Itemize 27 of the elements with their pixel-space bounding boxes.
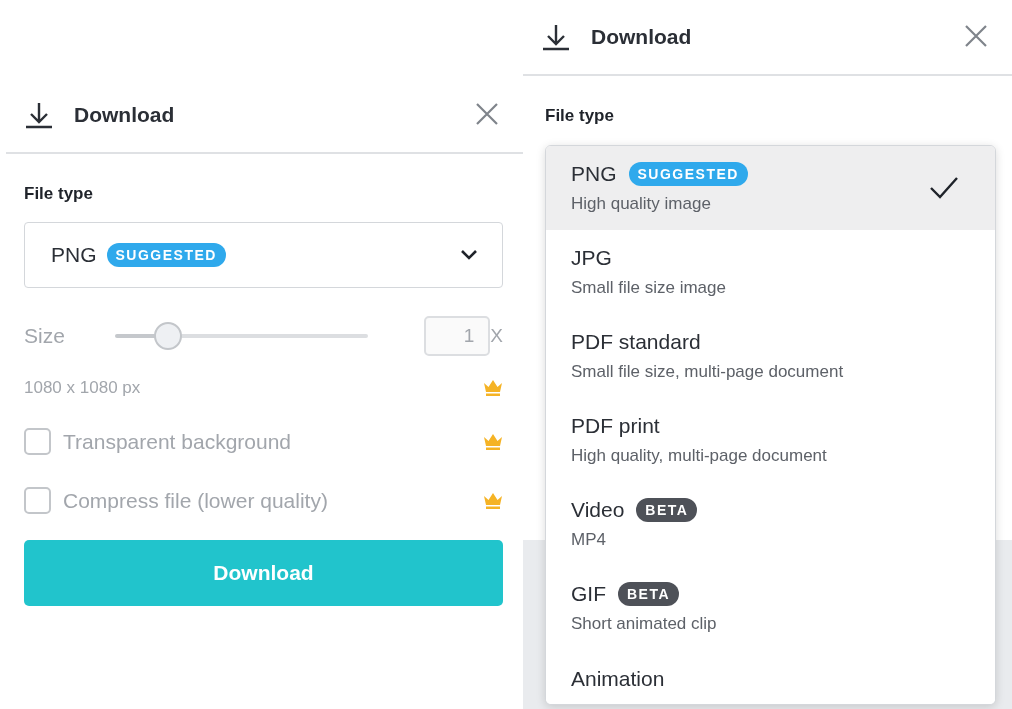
file-type-option[interactable]: Video BETA MP4 [546, 482, 995, 566]
panel-title: Download [74, 103, 176, 127]
option-label: Transparent background [63, 429, 293, 454]
download-icon [24, 101, 54, 129]
close-icon [475, 102, 499, 126]
download-icon [541, 23, 571, 51]
field-label: File type [545, 106, 615, 126]
close-icon [964, 24, 988, 48]
beta-badge: BETA [636, 498, 698, 522]
file-type-option[interactable]: Animation [546, 650, 995, 704]
unit-label: X [490, 325, 503, 347]
checkmark-icon [929, 176, 959, 200]
file-type-option[interactable]: JPG Small file size image [546, 230, 995, 314]
file-type-option[interactable]: PDF standard Small file size, multi-page document [546, 314, 995, 398]
field-label: File type [24, 184, 94, 204]
size-label: Size [24, 324, 65, 348]
file-type-select[interactable]: PNG SUGGESTED [24, 222, 503, 288]
option-label: Compress file (lower quality) [63, 488, 329, 513]
beta-badge: BETA [618, 582, 680, 606]
file-type-option[interactable]: PNG SUGGESTED High quality image [546, 146, 995, 230]
suggested-badge: SUGGESTED [628, 162, 748, 186]
dimensions-text: 1080 x 1080 px [24, 378, 142, 398]
chevron-down-icon [460, 249, 478, 261]
panel-title: Download [591, 25, 693, 49]
file-type-option[interactable]: PDF print High quality, multi-page document [546, 398, 995, 482]
suggested-badge: SUGGESTED [106, 243, 226, 267]
file-type-option[interactable]: GIF BETA Short animated clip [546, 566, 995, 650]
